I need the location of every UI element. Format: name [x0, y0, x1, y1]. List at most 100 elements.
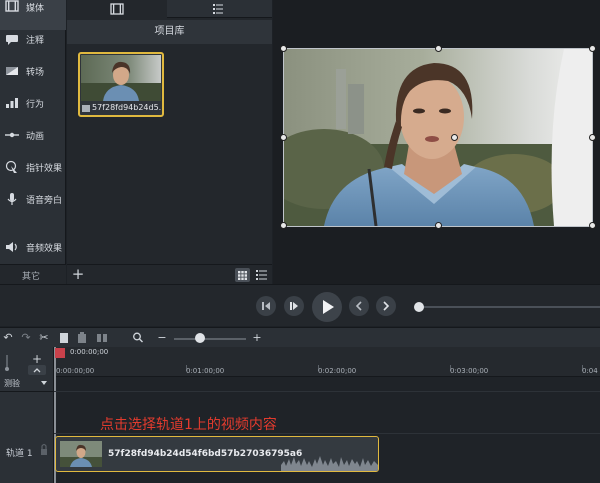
step-back-button[interactable]	[256, 296, 276, 316]
bin-title: 项目库	[67, 20, 272, 44]
sidebar-item-animations[interactable]: 动画	[0, 120, 66, 150]
sidebar-item-label: 动画	[26, 132, 45, 142]
instruction-annotation: 点击选择轨道1上的视频内容	[100, 417, 277, 433]
clip-name: 57f28fd94b24d54f6bd57b27036795a6	[108, 449, 303, 459]
track-1-label[interactable]: 轨道 1	[6, 446, 33, 459]
speaker-icon	[6, 242, 17, 252]
bin-tabs	[67, 0, 272, 18]
sidebar-item-annotations[interactable]: 注释	[0, 24, 66, 54]
sidebar-item-label: 媒体	[26, 4, 45, 14]
track-1[interactable]: 57f28fd94b24d54f6bd57b27036795a6	[54, 433, 600, 473]
timeline[interactable]: 0:00:00;00 0:01:00;00 0:02:00;00 0:03:00…	[54, 347, 600, 483]
sidebar-item-label: 语音旁白	[26, 196, 63, 206]
ruler-label: 0:00:00;00	[56, 367, 95, 375]
timeline-toolbar: ↶ ↷ ✂ − +	[0, 327, 600, 347]
sidebar-item-label: 注释	[26, 36, 45, 46]
zoom-in-button[interactable]: +	[251, 331, 263, 344]
copy-button[interactable]	[58, 331, 70, 344]
sidebar-item-transitions[interactable]: 转场	[0, 56, 66, 86]
resize-handle[interactable]	[589, 134, 596, 141]
transition-icon	[6, 67, 18, 75]
rotate-handle[interactable]	[451, 134, 458, 141]
zoom-slider-handle[interactable]	[195, 333, 205, 343]
grid-icon	[238, 271, 247, 280]
quiz-track-label: 测验	[4, 379, 20, 388]
step-forward-icon	[290, 302, 298, 310]
ruler-label: 0:01:00;00	[186, 367, 225, 375]
sidebar-item-label: 转场	[26, 68, 45, 78]
animation-icon	[5, 132, 19, 138]
audio-waveform	[281, 456, 378, 471]
preview-canvas[interactable]	[273, 0, 600, 284]
video-preview[interactable]	[283, 48, 593, 227]
zoom-out-button[interactable]: −	[156, 331, 168, 344]
resize-handle[interactable]	[435, 45, 442, 52]
film-icon	[82, 105, 90, 112]
redo-icon: ↷	[21, 331, 31, 344]
sidebar-item-behaviors[interactable]: 行为	[0, 88, 66, 118]
collapse-button[interactable]	[28, 365, 46, 375]
list-view-button[interactable]	[254, 268, 269, 282]
video-clip[interactable]: 57f28fd94b24d54f6bd57b27036795a6	[55, 436, 379, 472]
microphone-icon	[7, 193, 17, 205]
play-button[interactable]	[312, 292, 342, 322]
cut-button[interactable]: ✂	[38, 331, 50, 344]
previous-marker-button[interactable]	[349, 296, 369, 316]
ruler-label: 0:04	[582, 367, 598, 375]
split-button[interactable]	[96, 331, 108, 344]
step-back-icon	[262, 302, 270, 310]
zoom-slider-track[interactable]	[174, 338, 246, 340]
clip-thumbnail	[60, 441, 102, 467]
sidebar-item-label: 音频效果	[26, 244, 63, 254]
tab-media-bin[interactable]	[67, 0, 167, 18]
redo-button[interactable]: ↷	[20, 331, 32, 344]
media-bin-panel: 项目库 57f28fd94b24d5... +	[67, 0, 272, 284]
play-icon	[323, 300, 334, 314]
add-track-button[interactable]: +	[28, 353, 46, 365]
resize-handle[interactable]	[280, 134, 287, 141]
timeline-ruler[interactable]: 0:00:00;00 0:01:00;00 0:02:00;00 0:03:00…	[54, 347, 600, 377]
timeline-track-headers: + 测验 轨道 1	[0, 347, 54, 483]
track-lock-icon[interactable]	[40, 443, 48, 457]
sidebar-item-cursor-effects[interactable]: 指针效果	[0, 152, 66, 182]
behavior-icon	[6, 98, 18, 108]
split-icon	[97, 334, 107, 342]
lock-icon	[5, 355, 9, 371]
next-marker-button[interactable]	[376, 296, 396, 316]
minus-icon: −	[157, 331, 167, 344]
bin-footer: +	[67, 264, 272, 284]
resize-handle[interactable]	[280, 222, 287, 229]
plus-icon: +	[252, 331, 262, 344]
resize-handle[interactable]	[435, 222, 442, 229]
resize-handle[interactable]	[589, 222, 596, 229]
resize-handle[interactable]	[280, 45, 287, 52]
list-icon	[256, 270, 267, 280]
paste-button[interactable]	[76, 331, 88, 344]
scissors-icon: ✂	[39, 331, 49, 344]
media-item[interactable]: 57f28fd94b24d5...	[78, 52, 164, 117]
sidebar-item-label: 指针效果	[26, 164, 63, 174]
add-media-button[interactable]: +	[70, 267, 86, 283]
playhead[interactable]	[55, 348, 65, 358]
copy-icon	[60, 333, 68, 343]
sidebar-item-audio-effects[interactable]: 音频效果	[0, 232, 66, 262]
undo-button[interactable]: ↶	[2, 331, 14, 344]
resize-handle[interactable]	[589, 45, 596, 52]
zoom-search-button[interactable]	[132, 331, 144, 344]
sidebar-item-voice-narration[interactable]: 语音旁白	[0, 184, 66, 214]
ruler-label: 0:03:00;00	[450, 367, 489, 375]
tab-library[interactable]	[167, 0, 267, 18]
chevron-up-icon	[33, 368, 41, 373]
scrub-track[interactable]	[418, 306, 600, 308]
step-forward-button[interactable]	[284, 296, 304, 316]
film-icon	[110, 3, 124, 15]
grid-view-button[interactable]	[235, 268, 250, 282]
ruler-label: 0:02:00;00	[318, 367, 357, 375]
sidebar-more[interactable]: 其它	[0, 264, 66, 284]
scrub-handle[interactable]	[414, 302, 424, 312]
search-icon	[133, 332, 143, 343]
film-icon	[5, 0, 19, 12]
media-thumbnail	[81, 55, 161, 101]
chevron-down-icon[interactable]	[40, 380, 48, 386]
undo-icon: ↶	[3, 331, 13, 344]
